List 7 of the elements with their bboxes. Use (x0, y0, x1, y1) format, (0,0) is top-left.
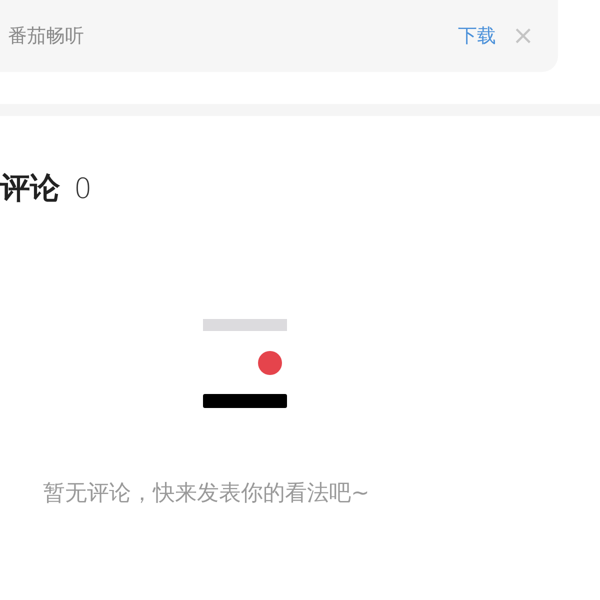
empty-message: 暂无评论，快来发表你的看法吧~ (43, 480, 370, 508)
comment-count: 0 (74, 172, 92, 205)
app-name: 番茄畅听 (8, 24, 85, 49)
close-button[interactable]: × (512, 23, 534, 49)
download-link[interactable]: 下载 (458, 23, 496, 49)
empty-comments-icon (203, 319, 287, 408)
section-title: 评论 (0, 170, 60, 208)
